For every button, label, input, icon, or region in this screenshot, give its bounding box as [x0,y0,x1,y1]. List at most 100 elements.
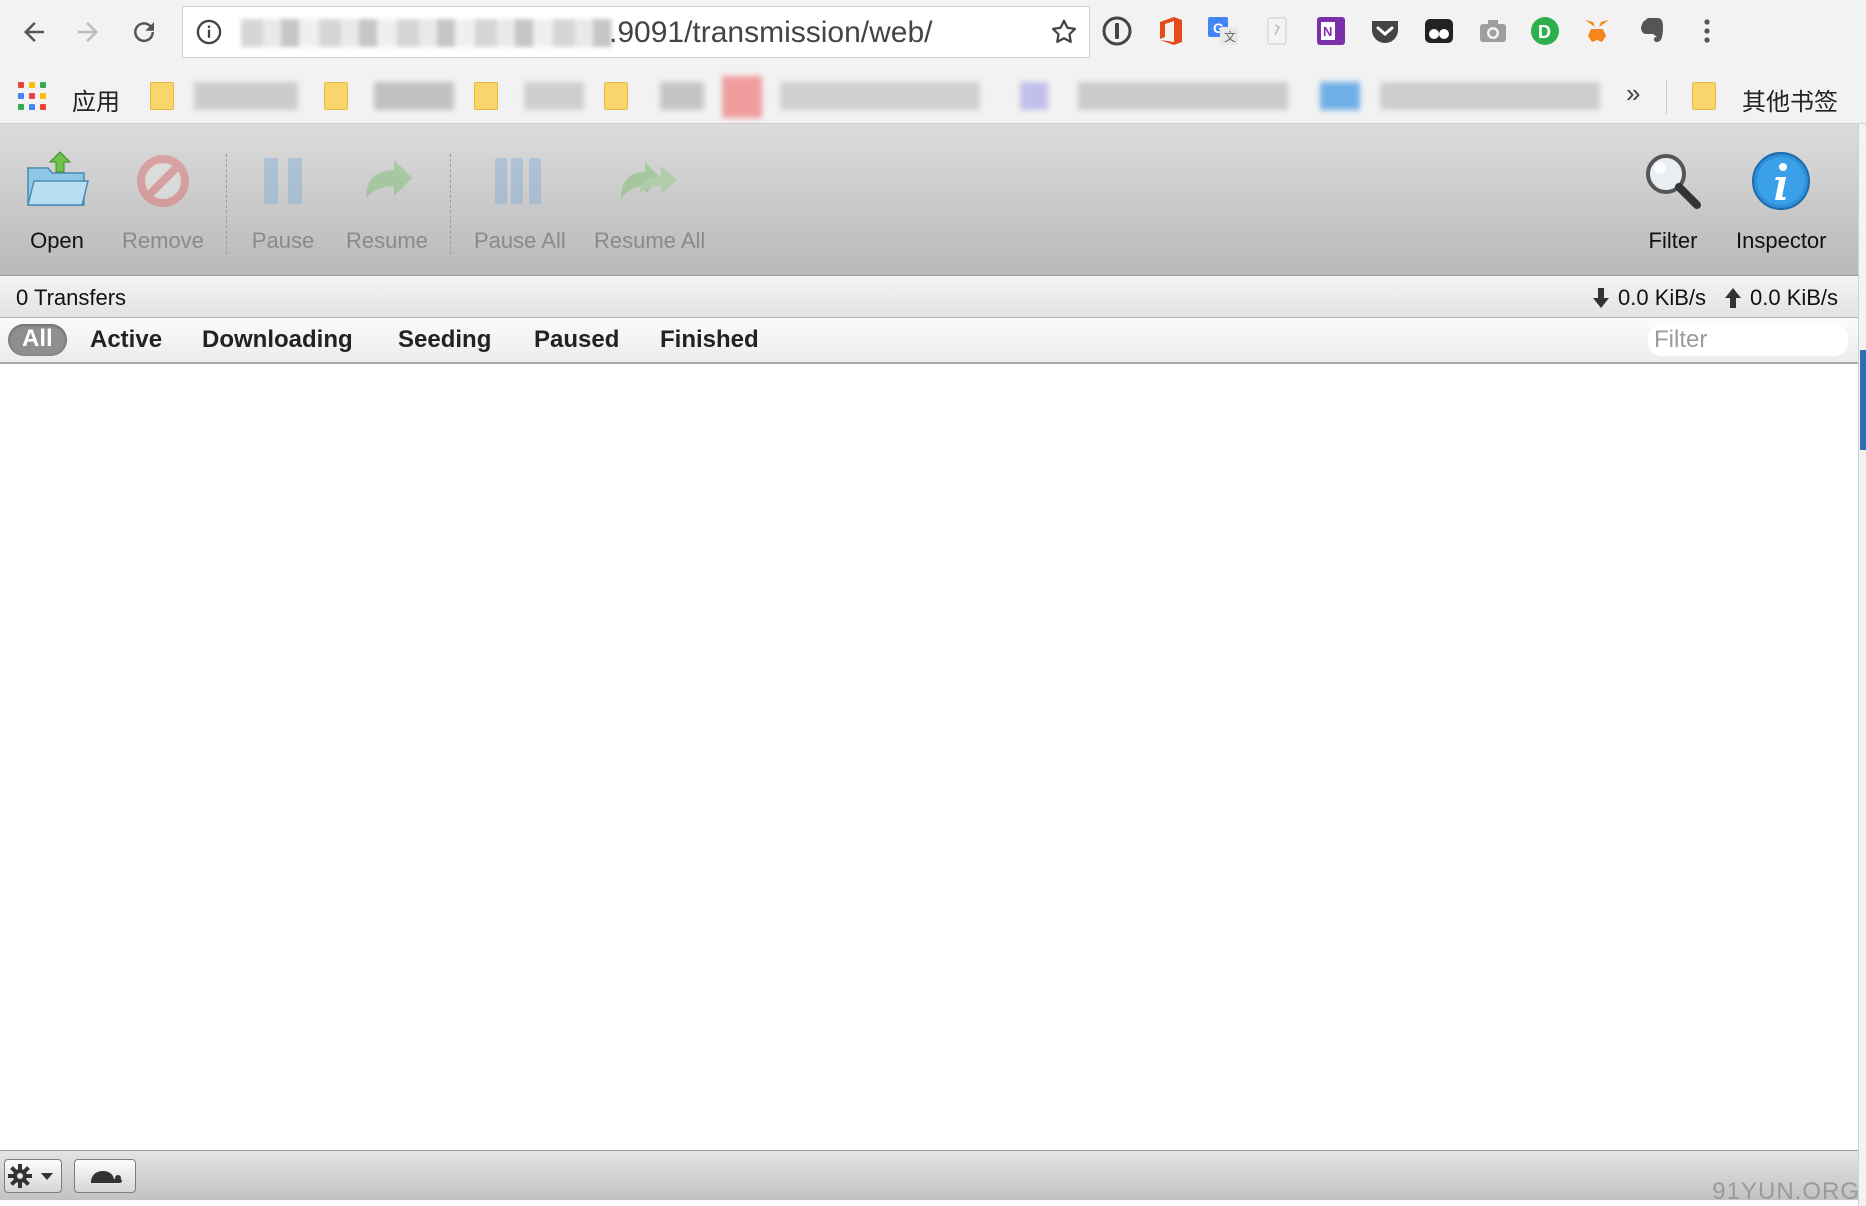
open-label: Open [30,228,84,253]
remove-icon [130,148,196,214]
toolbar-divider [450,154,451,254]
svg-text:文: 文 [1224,29,1236,44]
pause-all-button[interactable]: Pause All [474,148,566,254]
bookmark-redacted[interactable] [194,82,298,110]
folder-icon[interactable] [474,82,498,110]
upload-arrow-icon [1725,288,1741,308]
filter-tab-active[interactable]: Active [90,326,162,354]
inspector-label: Inspector [1736,228,1827,253]
folder-icon[interactable] [324,82,348,110]
status-bar: 0 Transfers 0.0 KiB/s 0.0 KiB/s [0,276,1858,318]
pause-all-icon [487,148,553,214]
pause-icon [250,148,316,214]
resume-icon [354,148,420,214]
filter-tab-all[interactable]: All [8,324,67,356]
filter-tab-finished[interactable]: Finished [660,326,759,354]
bookmark-redacted[interactable] [1020,82,1048,110]
window-edge [1858,124,1866,1206]
toolbar-divider [226,154,227,254]
filter-label: Filter [1648,228,1698,253]
filter-tab-downloading[interactable]: Downloading [202,326,353,354]
metamask-icon[interactable] [1580,14,1614,48]
resume-all-label: Resume All [594,228,706,253]
reload-button[interactable] [122,10,166,54]
remove-button[interactable]: Remove [122,148,204,254]
arrow-right-icon [78,22,98,42]
folder-icon[interactable] [150,82,174,110]
filter-search-input[interactable] [1648,324,1848,356]
folder-open-icon [24,148,90,214]
bookmark-redacted[interactable] [1380,82,1600,110]
address-bar[interactable]: .9091/transmission/web/ [182,6,1090,58]
bookmark-redacted[interactable] [660,82,704,110]
bookmarks-divider [1666,80,1667,114]
bookmark-redacted[interactable] [374,82,454,110]
gear-icon [8,1164,53,1188]
bookmark-redacted[interactable] [780,82,980,110]
green-d-icon[interactable]: D [1528,14,1562,48]
more-bookmarks-button[interactable]: » [1626,78,1640,109]
watermark: 91YUN.ORG [1712,1178,1860,1205]
bottom-bar [0,1150,1858,1200]
turtle-icon [91,1171,122,1183]
magnifier-icon [1640,148,1706,214]
filter-tab-seeding[interactable]: Seeding [398,326,491,354]
inspector-button[interactable]: Inspector [1736,148,1827,254]
eyes-icon[interactable] [1422,14,1456,48]
filter-bar: All Active Downloading Seeding Paused Fi… [0,318,1858,364]
toolbar: Open Remove Pause Resume Pause All Resum… [0,124,1858,276]
resume-all-icon [617,148,683,214]
back-button[interactable] [12,10,56,54]
evernote-icon[interactable] [1634,14,1668,48]
open-button[interactable]: Open [24,148,90,254]
bookmark-redacted[interactable] [722,76,762,118]
pocket-icon[interactable] [1368,14,1402,48]
svg-text:D: D [1538,22,1551,42]
transfer-count: 0 Transfers [16,285,127,310]
bookmark-redacted[interactable] [524,82,584,110]
download-speed: 0.0 KiB/s [1618,285,1707,310]
resume-label: Resume [346,228,428,253]
folder-icon[interactable] [604,82,628,110]
download-arrow-icon [1593,288,1609,308]
forward-button[interactable] [66,10,110,54]
note-icon[interactable] [1260,14,1294,48]
bookmark-other[interactable]: 其他书签 [1742,82,1838,117]
onenote-icon[interactable]: N [1314,14,1348,48]
scroll-indicator [1860,350,1866,450]
url-text[interactable]: .9091/transmission/web/ [609,16,933,50]
upload-speed: 0.0 KiB/s [1750,285,1839,310]
pause-button[interactable]: Pause [250,148,316,254]
torrent-list[interactable] [0,366,1858,1158]
bookmark-apps[interactable]: 应用 [72,82,120,117]
transmission-page: Open Remove Pause Resume Pause All Resum… [0,124,1858,1200]
bookmark-redacted[interactable] [1320,82,1360,110]
browser-chrome: .9091/transmission/web/ G文 N D 应用 » 其他书签 [0,0,1866,124]
pause-all-label: Pause All [474,228,566,253]
translate-icon[interactable]: G文 [1206,14,1240,48]
folder-icon[interactable] [1692,82,1716,110]
camera-icon[interactable] [1476,14,1510,48]
svg-text:N: N [1323,24,1332,39]
extension-toolbar: G文 N D [1100,10,1860,54]
filter-tab-paused[interactable]: Paused [534,326,619,354]
resume-all-button[interactable]: Resume All [594,148,705,254]
arrow-left-icon [24,22,44,42]
menu-icon[interactable] [1690,14,1724,48]
remove-label: Remove [122,228,204,253]
bookmark-redacted[interactable] [1078,82,1288,110]
settings-menu-button[interactable] [4,1159,62,1193]
info-icon[interactable] [195,18,223,46]
apps-grid-icon[interactable] [18,82,48,112]
url-host-redacted [241,19,613,47]
bookmarks-bar: 应用 » 其他书签 [0,70,1866,124]
turtle-mode-button[interactable] [74,1159,136,1193]
bookmark-star-icon[interactable] [1049,17,1079,47]
filter-toggle-button[interactable]: Filter [1640,148,1706,254]
reload-icon [134,22,155,43]
info-circle-icon [1748,148,1814,214]
1password-icon[interactable] [1100,14,1134,48]
office-icon[interactable] [1154,14,1188,48]
pause-label: Pause [251,228,315,253]
resume-button[interactable]: Resume [346,148,428,254]
